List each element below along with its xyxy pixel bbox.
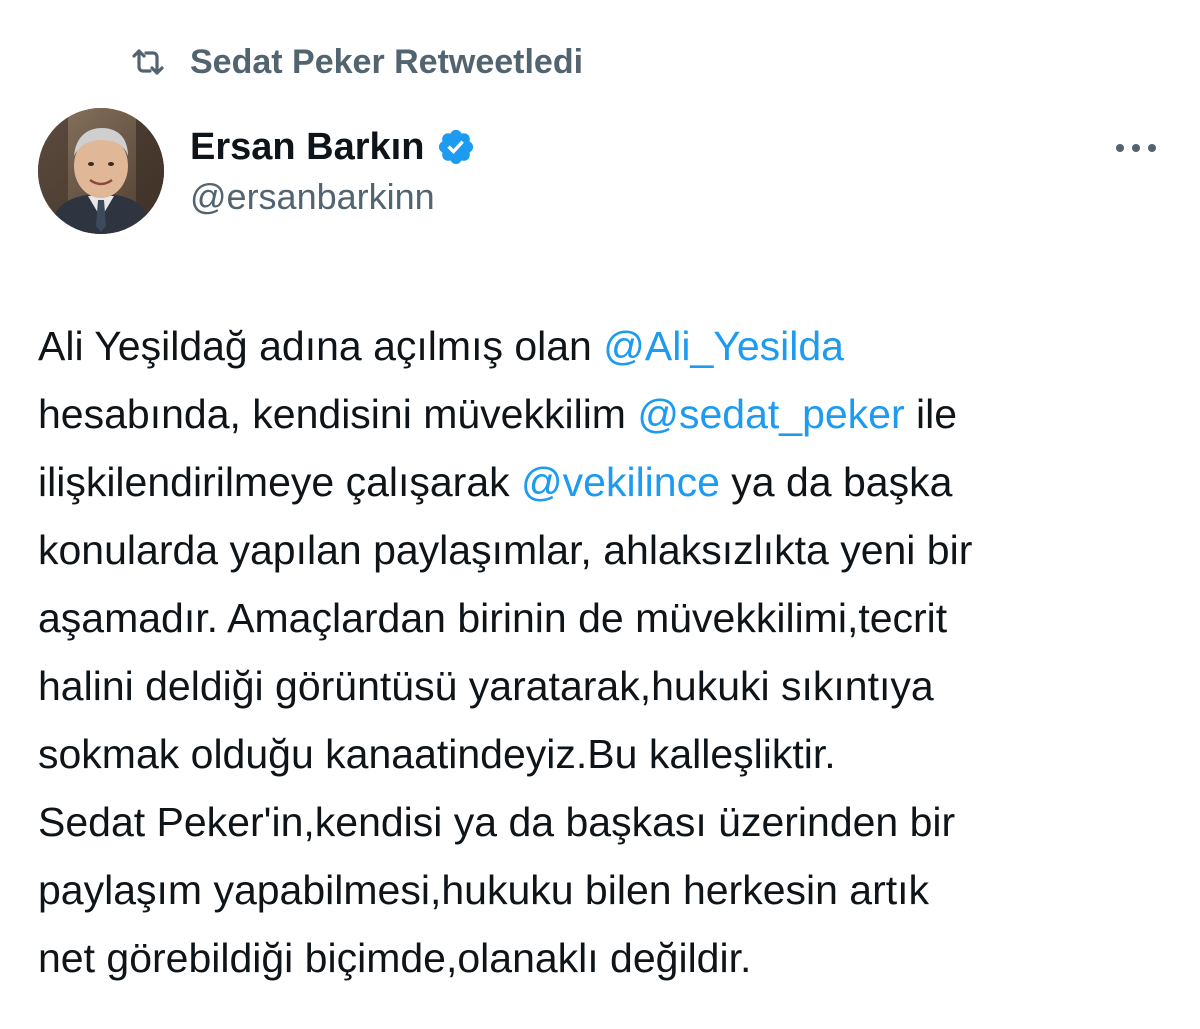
tweet-text-segment: halini deldiği görüntüsü yaratarak,hukuk… [38, 663, 934, 709]
retweet-icon [128, 42, 168, 82]
retweet-label: Sedat Peker Retweetledi [190, 42, 584, 81]
tweet-text-segment: hesabında, kendisini müvekkilim [38, 391, 638, 437]
tweet-text-line: aşamadır. Amaçlardan birinin de müvekkil… [38, 584, 1188, 652]
more-options-icon [1116, 144, 1156, 152]
tweet-text-line: paylaşım yapabilmesi,hukuku bilen herkes… [38, 856, 1188, 924]
tweet-text-line: ilişkilendirilmeye çalışarak @vekilince … [38, 448, 1188, 516]
tweet-text-line: konularda yapılan paylaşımlar, ahlaksızl… [38, 516, 1188, 584]
avatar[interactable] [38, 108, 164, 234]
author-name-row[interactable]: Ersan Barkın [190, 122, 476, 172]
tweet-text-segment: Sedat Peker'in,kendisi ya da başkası üze… [38, 799, 956, 845]
mention-link[interactable]: @vekilince [521, 459, 720, 505]
retweet-header[interactable]: Sedat Peker Retweetledi [128, 40, 583, 84]
tweet-text-line: halini deldiği görüntüsü yaratarak,hukuk… [38, 652, 1188, 720]
verified-badge-icon[interactable] [436, 127, 476, 167]
author-handle[interactable]: @ersanbarkinn [190, 176, 435, 218]
tweet-text-segment: Ali Yeşildağ adına açılmış olan [38, 323, 604, 369]
tweet-text-line: net görebildiği biçimde,olanaklı değildi… [38, 924, 1188, 992]
tweet-body: Ali Yeşildağ adına açılmış olan @Ali_Yes… [38, 312, 1188, 992]
tweet-text-line: Ali Yeşildağ adına açılmış olan @Ali_Yes… [38, 312, 1188, 380]
more-options-button[interactable] [1108, 128, 1164, 168]
tweet-text-segment: ilişkilendirilmeye çalışarak [38, 459, 522, 505]
tweet-text-segment: net görebildiği biçimde,olanaklı değildi… [38, 935, 752, 981]
tweet-text-segment: aşamadır. Amaçlardan birinin de müvekkil… [38, 595, 948, 641]
tweet-text-segment: ile [904, 391, 958, 437]
tweet-text-segment: paylaşım yapabilmesi,hukuku bilen herkes… [38, 867, 930, 913]
mention-link[interactable]: @sedat_peker [637, 391, 904, 437]
mention-link[interactable]: @Ali_Yesilda [603, 323, 844, 369]
author-display-name[interactable]: Ersan Barkın [190, 126, 424, 169]
tweet-text-line: sokmak olduğu kanaatindeyiz.Bu kalleşlik… [38, 720, 1188, 788]
tweet-text-segment: ya da başka [719, 459, 953, 505]
tweet-text-line: hesabında, kendisini müvekkilim @sedat_p… [38, 380, 1188, 448]
tweet-text-line: Sedat Peker'in,kendisi ya da başkası üze… [38, 788, 1188, 856]
tweet-text-segment: konularda yapılan paylaşımlar, ahlaksızl… [38, 527, 973, 573]
tweet-text-segment: sokmak olduğu kanaatindeyiz.Bu kalleşlik… [38, 731, 836, 777]
